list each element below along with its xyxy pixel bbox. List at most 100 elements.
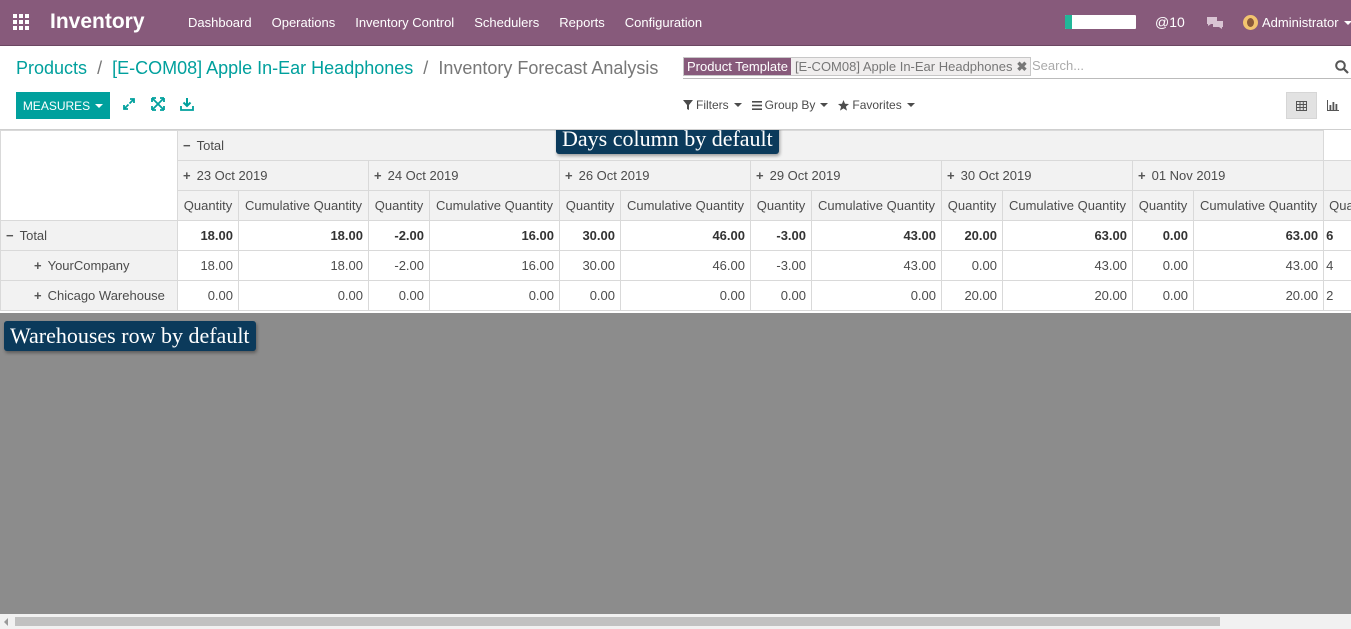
pivot-cell[interactable]: 0.00 xyxy=(811,280,942,311)
pivot-cell[interactable]: 0.00 xyxy=(941,250,1003,281)
menu-operations[interactable]: Operations xyxy=(272,15,336,30)
pivot-cell[interactable]: 30.00 xyxy=(559,250,621,281)
favorites-label: Favorites xyxy=(852,98,902,112)
mentions-counter[interactable]: @10 xyxy=(1155,14,1185,30)
pivot-cell[interactable]: 20.00 xyxy=(1192,280,1325,311)
pivot-cell[interactable]: 43.00 xyxy=(1002,250,1133,281)
row-header[interactable]: − Total xyxy=(0,220,178,251)
pivot-cell[interactable]: -2.00 xyxy=(368,250,430,281)
app-brand[interactable]: Inventory xyxy=(50,10,145,34)
download-icon[interactable] xyxy=(180,97,194,111)
date-label: 01 Nov 2019 xyxy=(1151,168,1226,183)
scroll-left-icon[interactable] xyxy=(4,618,8,626)
measure-header[interactable]: Cumulative Quantity xyxy=(1192,190,1325,221)
chevron-down-icon xyxy=(95,103,104,108)
measure-header[interactable]: Quantity xyxy=(750,190,812,221)
pivot-cell[interactable]: 18.00 xyxy=(238,220,369,251)
page-title: Inventory Forecast Analysis xyxy=(438,58,659,78)
pivot-cell[interactable]: 18.00 xyxy=(177,250,239,281)
graph-view-button[interactable] xyxy=(1317,92,1348,119)
row-header[interactable]: + Chicago Warehouse xyxy=(0,280,178,311)
pivot-cell[interactable]: 46.00 xyxy=(620,220,751,251)
measure-header[interactable]: Quantity xyxy=(941,190,1003,221)
pivot-cell[interactable]: 43.00 xyxy=(1192,250,1325,281)
pivot-cell[interactable]: -3.00 xyxy=(750,220,812,251)
pivot-cell[interactable]: 0.00 xyxy=(559,280,621,311)
collapse-icon: − xyxy=(6,228,14,243)
pivot-cell[interactable]: 0.00 xyxy=(238,280,369,311)
pivot-cell[interactable]: 0.00 xyxy=(368,280,430,311)
measure-header[interactable]: Cumulative Quantity xyxy=(811,190,942,221)
apps-icon[interactable] xyxy=(13,14,31,32)
pivot-cell[interactable]: 18.00 xyxy=(177,220,239,251)
date-column-header[interactable]: +23 Oct 2019 xyxy=(177,160,369,191)
measure-header[interactable]: Cumulative Quantity xyxy=(238,190,369,221)
pivot-cell[interactable]: 20.00 xyxy=(941,280,1003,311)
collapse-icon: − xyxy=(183,138,191,153)
menu-configuration[interactable]: Configuration xyxy=(625,15,702,30)
expand-icon[interactable] xyxy=(122,97,136,111)
measure-header[interactable]: Quantity xyxy=(177,190,239,221)
date-header-row: +23 Oct 2019 +24 Oct 2019 +26 Oct 2019 +29 … xyxy=(1,160,1351,191)
pivot-cell[interactable]: 20.00 xyxy=(1002,280,1133,311)
pivot-cell[interactable]: 63.00 xyxy=(1002,220,1133,251)
pivot-cell[interactable]: 46.00 xyxy=(620,250,751,281)
row-header[interactable]: + YourCompany xyxy=(0,250,178,281)
search-icon[interactable] xyxy=(1335,60,1349,74)
pivot-cell[interactable]: 43.00 xyxy=(811,250,942,281)
pivot-cell[interactable]: 0.00 xyxy=(1132,250,1194,281)
measure-header[interactable]: Cumulative Quantity xyxy=(1002,190,1133,221)
table-row: + YourCompany 18.00 18.00 -2.00 16.00 30.00 46.… xyxy=(0,250,1351,281)
pivot-cell[interactable]: 0.00 xyxy=(1132,280,1194,311)
measure-header[interactable]: Quantity xyxy=(368,190,430,221)
pivot-view-button[interactable] xyxy=(1286,92,1317,119)
scrollbar-thumb[interactable] xyxy=(15,617,1220,626)
facet-remove-icon[interactable]: ✖ xyxy=(1016,58,1031,75)
menu-inventory-control[interactable]: Inventory Control xyxy=(355,15,454,30)
main-menu: Dashboard Operations Inventory Control S… xyxy=(178,15,712,30)
measures-button[interactable]: MEASURES xyxy=(16,92,110,119)
pivot-cell[interactable]: 16.00 xyxy=(429,250,560,281)
breadcrumb-products[interactable]: Products xyxy=(16,58,87,78)
horizontal-scrollbar[interactable] xyxy=(0,614,1351,629)
date-label: 26 Oct 2019 xyxy=(578,168,650,183)
pivot-cell[interactable]: 20.00 xyxy=(941,220,1003,251)
date-column-header[interactable]: +29 Oct 2019 xyxy=(750,160,942,191)
pivot-cell[interactable]: -2.00 xyxy=(368,220,430,251)
pivot-cell[interactable]: 63.00 xyxy=(1192,220,1325,251)
date-column-header[interactable]: +24 Oct 2019 xyxy=(368,160,560,191)
chat-icon[interactable] xyxy=(1206,16,1224,30)
measure-header[interactable]: Quantity xyxy=(1132,190,1194,221)
pivot-cell[interactable]: 30.00 xyxy=(559,220,621,251)
pivot-cell[interactable]: 0.00 xyxy=(1132,220,1194,251)
pivot-cell[interactable]: 16.00 xyxy=(429,220,560,251)
measures-label: MEASURES xyxy=(22,98,91,113)
groupby-button[interactable]: Group By xyxy=(751,98,829,112)
onboarding-progress-bar[interactable] xyxy=(1065,15,1136,29)
menu-dashboard[interactable]: Dashboard xyxy=(188,15,252,30)
search-input[interactable] xyxy=(1032,58,1312,73)
pivot-cell[interactable]: -3.00 xyxy=(750,250,812,281)
pivot-cell[interactable]: 18.00 xyxy=(238,250,369,281)
favorites-button[interactable]: Favorites xyxy=(838,98,915,112)
pivot-cell[interactable]: 0.00 xyxy=(177,280,239,311)
menu-reports[interactable]: Reports xyxy=(559,15,605,30)
breadcrumb-product[interactable]: [E-COM08] Apple In-Ear Headphones xyxy=(112,58,413,78)
filters-button[interactable]: Filters xyxy=(683,98,742,112)
user-name: Administrator xyxy=(1262,15,1339,30)
measure-header[interactable]: Cumulative Quantity xyxy=(429,190,560,221)
measure-header[interactable]: Quantity xyxy=(559,190,621,221)
pivot-cell[interactable]: 43.00 xyxy=(811,220,942,251)
chevron-down-icon xyxy=(820,103,829,107)
callout-warehouses-row: Warehouses row by default xyxy=(4,321,256,351)
date-column-header[interactable]: +30 Oct 2019 xyxy=(941,160,1133,191)
date-column-header[interactable]: +26 Oct 2019 xyxy=(559,160,751,191)
fullscreen-icon[interactable] xyxy=(151,97,165,111)
date-column-header[interactable]: +01 Nov 2019 xyxy=(1131,160,1325,191)
measure-header[interactable]: Cumulative Quantity xyxy=(620,190,751,221)
pivot-cell[interactable]: 0.00 xyxy=(620,280,751,311)
pivot-cell[interactable]: 0.00 xyxy=(429,280,560,311)
pivot-cell[interactable]: 0.00 xyxy=(750,280,812,311)
user-menu[interactable]: Administrator xyxy=(1243,15,1351,30)
menu-schedulers[interactable]: Schedulers xyxy=(474,15,539,30)
